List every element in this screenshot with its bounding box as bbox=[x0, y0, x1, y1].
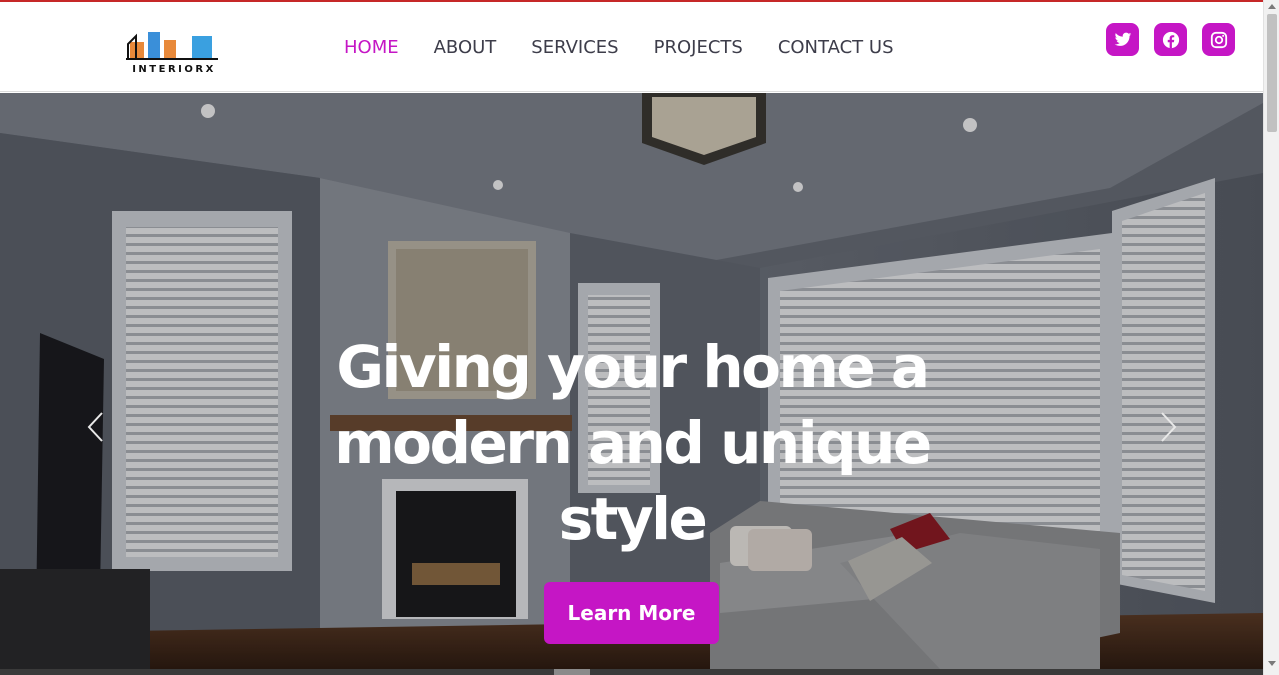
chevron-right-icon[interactable] bbox=[1158, 410, 1178, 444]
instagram-button[interactable] bbox=[1202, 23, 1235, 56]
nav-link-services[interactable]: SERVICES bbox=[531, 35, 618, 61]
nav-link-projects[interactable]: PROJECTS bbox=[654, 35, 743, 61]
twitter-icon bbox=[1114, 32, 1131, 46]
instagram-icon bbox=[1210, 31, 1227, 48]
nav-link-home[interactable]: HOME bbox=[344, 35, 399, 61]
logo-text: INTERIORX bbox=[132, 64, 216, 75]
scrollbar-thumb[interactable] bbox=[1267, 14, 1277, 132]
learn-more-button[interactable]: Learn More bbox=[544, 582, 719, 644]
facebook-icon bbox=[1162, 31, 1179, 48]
facebook-button[interactable] bbox=[1154, 23, 1187, 56]
vertical-scrollbar[interactable] bbox=[1263, 0, 1279, 675]
nav-link-about[interactable]: ABOUT bbox=[434, 35, 497, 61]
scroll-up-arrow-icon[interactable] bbox=[1268, 4, 1276, 9]
horizontal-scrollbar[interactable] bbox=[0, 669, 1263, 675]
hero-slider: Giving your home a modern and unique sty… bbox=[0, 93, 1263, 669]
logo-icon bbox=[126, 32, 218, 60]
nav-link-contact-us[interactable]: CONTACT US bbox=[778, 35, 894, 61]
site-header: INTERIORX HOME ABOUT SERVICES PROJECTS C… bbox=[0, 2, 1263, 92]
main-nav: HOME ABOUT SERVICES PROJECTS CONTACT US bbox=[344, 35, 929, 61]
horizontal-scrollbar-thumb[interactable] bbox=[554, 669, 590, 675]
twitter-button[interactable] bbox=[1106, 23, 1139, 56]
chevron-left-icon[interactable] bbox=[86, 410, 106, 444]
scroll-down-arrow-icon[interactable] bbox=[1268, 661, 1276, 666]
logo[interactable]: INTERIORX bbox=[118, 18, 230, 78]
hero-headline: Giving your home a modern and unique sty… bbox=[334, 333, 932, 553]
